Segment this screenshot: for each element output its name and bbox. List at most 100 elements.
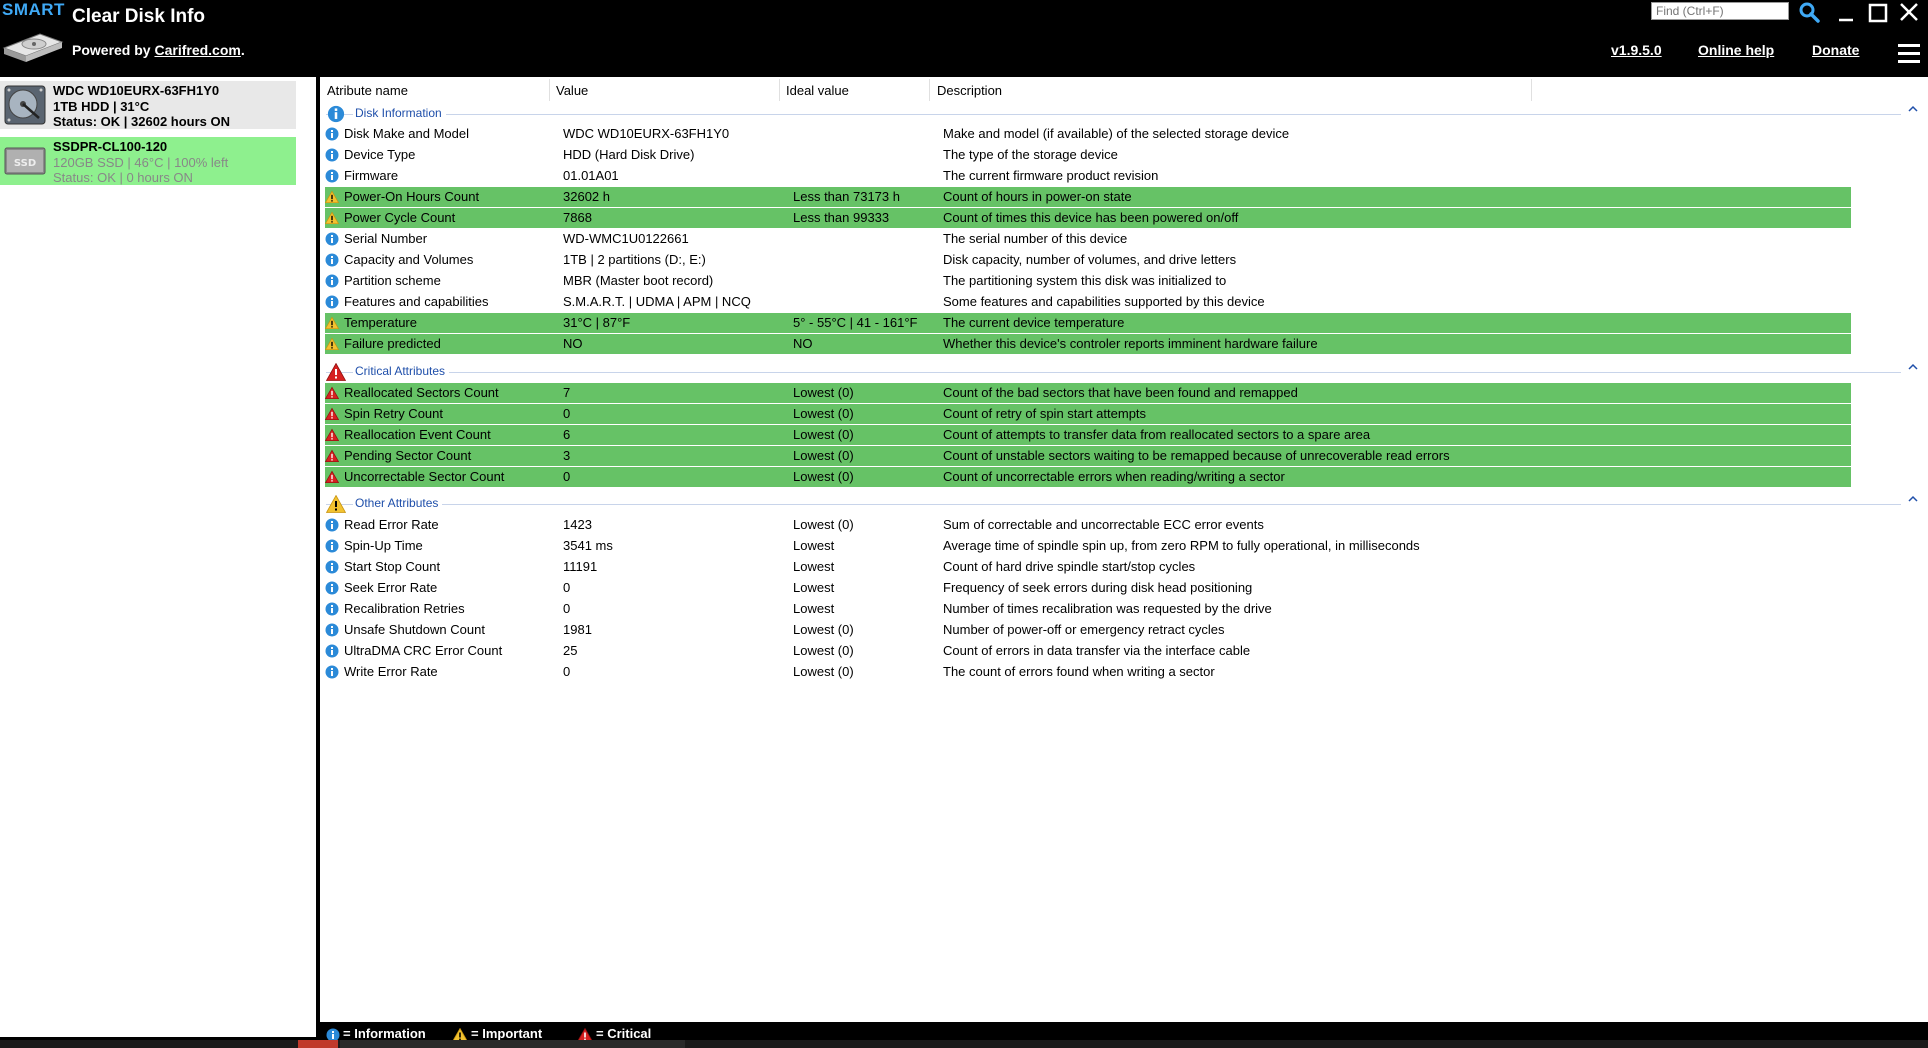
critical-icon [326,363,346,381]
disk-status: Status: OK | 0 hours ON [53,170,193,185]
table-row[interactable]: Reallocation Event Count 6 Lowest (0) Count… [325,425,1851,445]
attribute-description: Make and model (if available) of the sel… [943,126,1290,141]
attribute-value: 1423 [563,517,592,532]
attribute-value: 0 [563,664,571,679]
close-icon[interactable] [1897,2,1921,24]
table-row[interactable]: Spin Retry Count 0 Lowest (0) Count of retr… [325,404,1851,424]
table-row[interactable]: Reallocated Sectors Count 7 Lowest (0) Coun… [325,383,1851,403]
info-icon [325,169,339,183]
info-icon [325,253,339,267]
attribute-description: Disk capacity, number of volumes, and dr… [943,252,1237,267]
column-header-name[interactable]: Atribute name [327,83,408,98]
column-header-ideal[interactable]: Ideal value [786,83,849,98]
scrollbar[interactable] [1920,77,1928,1022]
attribute-value: 0 [563,580,571,595]
attribute-name: Recalibration Retries [344,601,465,616]
attribute-name: Uncorrectable Sector Count [344,469,505,484]
attribute-name: Pending Sector Count [344,448,472,463]
attribute-value: 0 [563,406,571,421]
attribute-name: Reallocated Sectors Count [344,385,499,400]
minimize-icon[interactable] [1834,2,1858,24]
table-row[interactable]: Power Cycle Count 7868 Less than 99333 Coun… [325,208,1851,228]
powered-suffix: . [240,42,245,58]
attribute-description: Sum of correctable and uncorrectable ECC… [943,517,1264,532]
table-row[interactable]: Device Type HDD (Hard Disk Drive) The type… [325,145,1851,165]
table-row[interactable]: Temperature 31°C | 87°F 5° - 55°C | 41 - 1… [325,313,1851,333]
attribute-value: NO [563,336,583,351]
attribute-ideal: Lowest (0) [793,469,854,484]
search-icon[interactable] [1798,1,1820,23]
attribute-name: Spin Retry Count [344,406,443,421]
attribute-description: The serial number of this device [943,231,1128,246]
collapse-icon[interactable] [1908,362,1918,372]
table-row[interactable]: Write Error Rate 0 Lowest (0) The count of … [325,662,1851,682]
attribute-description: Count of errors in data transfer via the… [943,643,1251,658]
find-input[interactable] [1651,2,1789,20]
table-row[interactable]: Start Stop Count 11191 Lowest Count of hard… [325,557,1851,577]
table-row[interactable]: UltraDMA CRC Error Count 25 Lowest (0) Coun… [325,641,1851,661]
carifred-link[interactable]: Carifred.com [154,42,240,58]
attributes-panel: Atribute name Value Ideal value Descript… [320,77,1920,1022]
section-title: Critical Attributes [353,364,450,378]
disk-item-hdd[interactable]: WDC WD10EURX-63FH1Y0 1TB HDD | 31°C Stat… [0,81,296,129]
attribute-name: Reallocation Event Count [344,427,491,442]
attribute-value: 1981 [563,622,592,637]
powered-by: Powered by Carifred.com. [72,42,245,58]
table-row[interactable]: Power-On Hours Count 32602 h Less than 731… [325,187,1851,207]
attribute-ideal: Lowest [793,538,835,553]
attribute-description: Count of unstable sectors waiting to be … [943,448,1450,463]
table-row[interactable]: Spin-Up Time 3541 ms Lowest Average time of… [325,536,1851,556]
attribute-name: Firmware [344,168,399,183]
info-icon [325,602,339,616]
menu-icon[interactable] [1898,44,1920,64]
section-title: Disk Information [353,106,446,120]
info-icon [325,644,339,658]
version-link[interactable]: v1.9.5.0 [1611,42,1662,58]
critical-icon [325,470,339,484]
attribute-name: Write Error Rate [344,664,438,679]
info-icon [325,623,339,637]
online-help-link[interactable]: Online help [1698,42,1774,58]
table-row[interactable]: Seek Error Rate 0 Lowest Frequency of seek … [325,578,1851,598]
table-row[interactable]: Failure predicted NO NO Whether this device… [325,334,1851,354]
disk-item-ssd[interactable]: SSD SSDPR-CL100-120 120GB SSD | 46°C | 1… [0,137,296,185]
collapse-icon[interactable] [1908,104,1918,114]
table-row[interactable]: Disk Make and Model WDC WD10EURX-63FH1Y0 M… [325,124,1851,144]
table-row[interactable]: Pending Sector Count 3 Lowest (0) Count of … [325,446,1851,466]
section-header[interactable]: Disk Information [326,103,1918,125]
info-icon [325,665,339,679]
column-header-description[interactable]: Description [937,83,1002,98]
attribute-name: Temperature [344,315,417,330]
warning-icon [325,190,339,204]
column-header-value[interactable]: Value [556,83,588,98]
section-header[interactable]: Critical Attributes [326,361,1918,383]
disk-summary: 120GB SSD | 46°C | 100% left [53,154,229,170]
attribute-description: Number of power-off or emergency retract… [943,622,1225,637]
section-header[interactable]: Other Attributes [326,493,1918,515]
table-row[interactable]: Uncorrectable Sector Count 0 Lowest (0) Cou… [325,467,1851,487]
attribute-ideal: Less than 99333 [793,210,890,225]
table-row[interactable]: Partition scheme MBR (Master boot record)… [325,271,1851,291]
powered-prefix: Powered by [72,42,155,58]
table-row[interactable]: Recalibration Retries 0 Lowest Number of ti… [325,599,1851,619]
table-row[interactable]: Serial Number WD-WMC1U0122661 The serial n… [325,229,1851,249]
info-icon [327,105,345,123]
donate-link[interactable]: Donate [1812,42,1859,58]
attribute-name: Spin-Up Time [344,538,423,553]
maximize-icon[interactable] [1866,2,1890,24]
table-row[interactable]: Features and capabilities S.M.A.R.T. | UD… [325,292,1851,312]
attribute-description: Count of uncorrectable errors when readi… [943,469,1285,484]
attribute-ideal: 5° - 55°C | 41 - 161°F [793,315,918,330]
attribute-value: WD-WMC1U0122661 [563,231,689,246]
table-row[interactable]: Capacity and Volumes 1TB | 2 partitions (… [325,250,1851,270]
table-row[interactable]: Read Error Rate 1423 Lowest (0) Sum of corr… [325,515,1851,535]
attribute-name: Device Type [344,147,416,162]
svg-text:SSD: SSD [14,158,36,169]
attribute-name: Serial Number [344,231,428,246]
disk-name: SSDPR-CL100-120 [53,139,168,154]
table-row[interactable]: Firmware 01.01A01 The current firmware pro… [325,166,1851,186]
attribute-value: 7 [563,385,571,400]
table-row[interactable]: Unsafe Shutdown Count 1981 Lowest (0) Numbe… [325,620,1851,640]
attribute-name: Partition scheme [344,273,441,288]
collapse-icon[interactable] [1908,494,1918,504]
